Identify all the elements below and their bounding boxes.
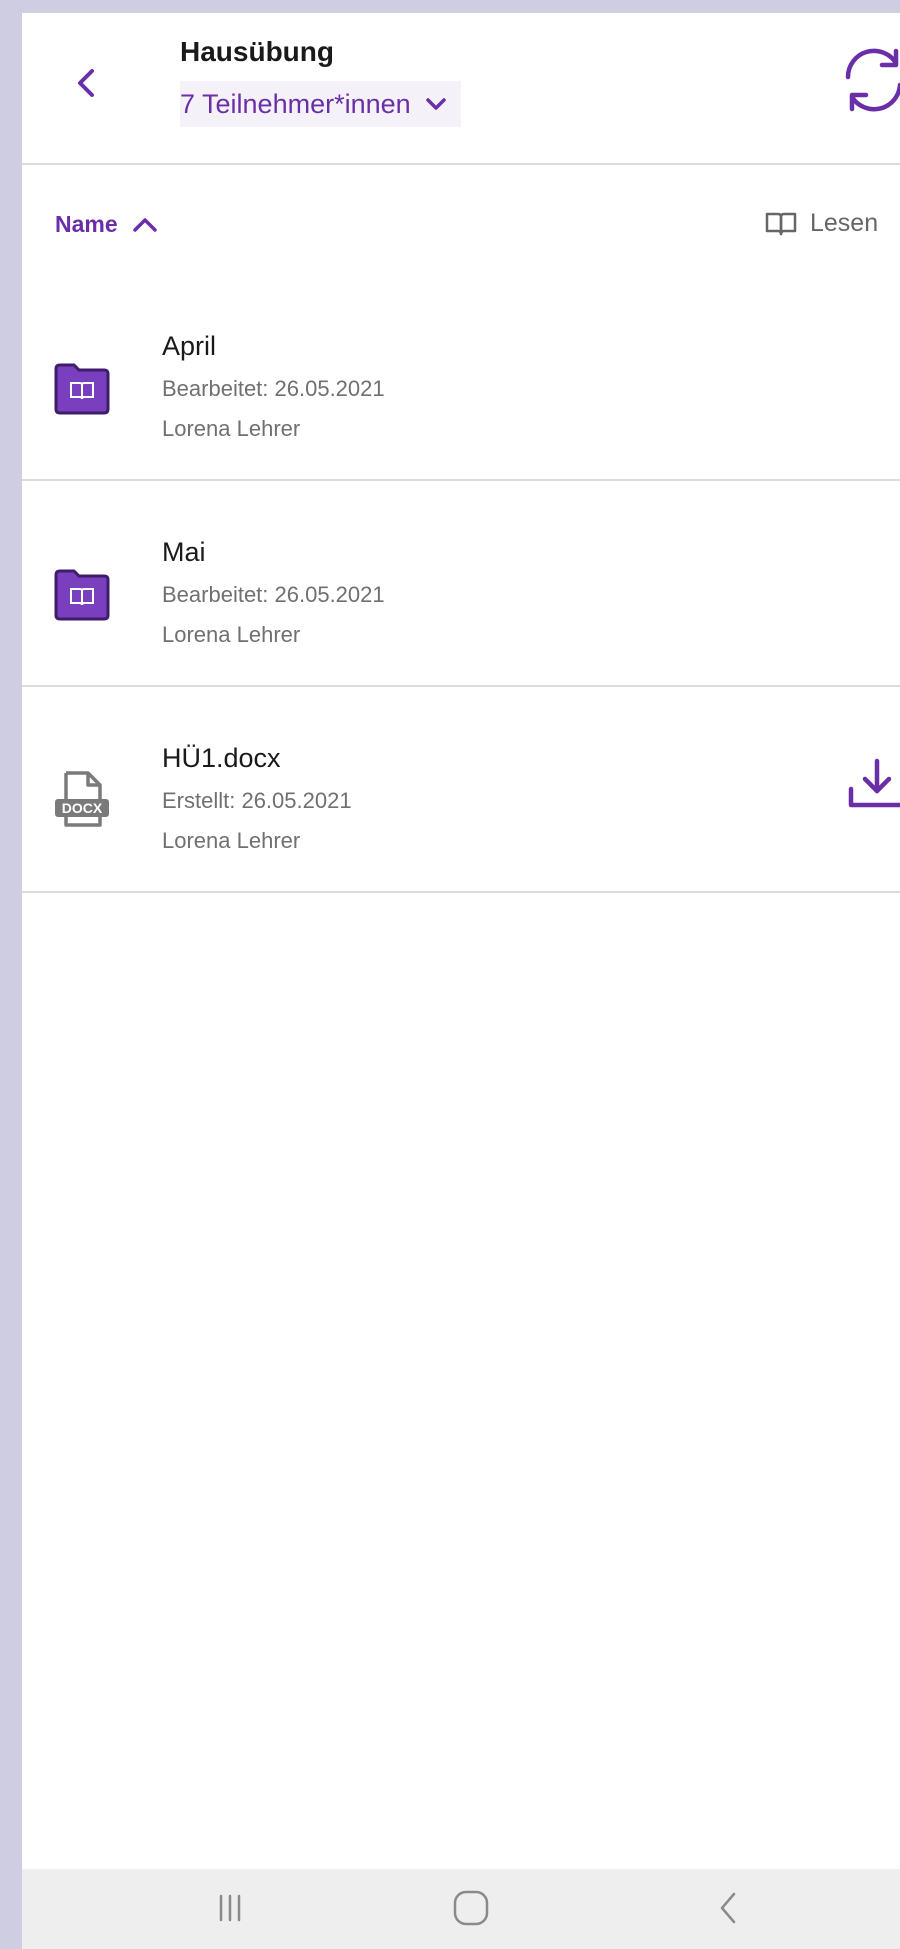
- header-divider: [22, 163, 900, 165]
- item-modified-date: Bearbeitet: 26.05.2021: [162, 376, 385, 401]
- back-icon: [720, 1892, 736, 1924]
- recent-apps-button[interactable]: [200, 1883, 260, 1933]
- read-mode-button[interactable]: Lesen: [764, 209, 878, 238]
- sync-icon: [845, 48, 900, 112]
- home-button[interactable]: [441, 1883, 501, 1933]
- item-name: Mai: [162, 537, 206, 567]
- chevron-up-icon: [132, 217, 157, 232]
- list-item[interactable]: April Bearbeitet: 26.05.2021 Lorena Lehr…: [22, 275, 900, 480]
- item-owner: Lorena Lehrer: [162, 416, 301, 441]
- item-created-date: Erstellt: 26.05.2021: [162, 788, 352, 813]
- row-divider: [22, 891, 900, 893]
- recent-apps-icon: [219, 1894, 241, 1922]
- participants-dropdown[interactable]: 7 Teilnehmer*innen: [180, 81, 461, 127]
- sort-bar: Name Lesen: [22, 203, 900, 249]
- sync-button[interactable]: [840, 45, 900, 115]
- list-item[interactable]: DOCX HÜ1.docx Erstellt: 26.05.2021 Loren…: [22, 687, 900, 892]
- participants-label: 7 Teilnehmer*innen: [180, 88, 411, 119]
- folder-book-icon: [52, 563, 112, 623]
- item-owner: Lorena Lehrer: [162, 828, 301, 853]
- home-icon: [453, 1890, 489, 1926]
- page-title: Hausübung: [180, 36, 334, 67]
- read-mode-label: Lesen: [810, 209, 879, 237]
- download-icon: [848, 758, 900, 808]
- back-button[interactable]: [57, 53, 117, 113]
- system-back-button[interactable]: [698, 1883, 758, 1933]
- sort-label: Name: [55, 211, 118, 237]
- docx-file-icon: DOCX: [52, 769, 112, 829]
- app-screen: Hausübung 7 Teilnehmer*innen Name Lesen …: [22, 13, 900, 1949]
- download-button[interactable]: [845, 755, 900, 815]
- sort-by-name-button[interactable]: Name: [55, 211, 158, 238]
- book-open-icon: [765, 212, 797, 235]
- svg-text:DOCX: DOCX: [62, 800, 103, 816]
- chevron-down-icon: [425, 98, 446, 110]
- item-modified-date: Bearbeitet: 26.05.2021: [162, 582, 385, 607]
- list-item[interactable]: Mai Bearbeitet: 26.05.2021 Lorena Lehrer: [22, 481, 900, 686]
- folder-book-icon: [52, 357, 112, 417]
- item-name: HÜ1.docx: [162, 743, 281, 773]
- item-owner: Lorena Lehrer: [162, 622, 301, 647]
- system-navigation-bar: [22, 1869, 900, 1949]
- app-header: Hausübung 7 Teilnehmer*innen: [22, 13, 900, 163]
- chevron-left-icon: [78, 69, 94, 97]
- item-name: April: [162, 331, 217, 361]
